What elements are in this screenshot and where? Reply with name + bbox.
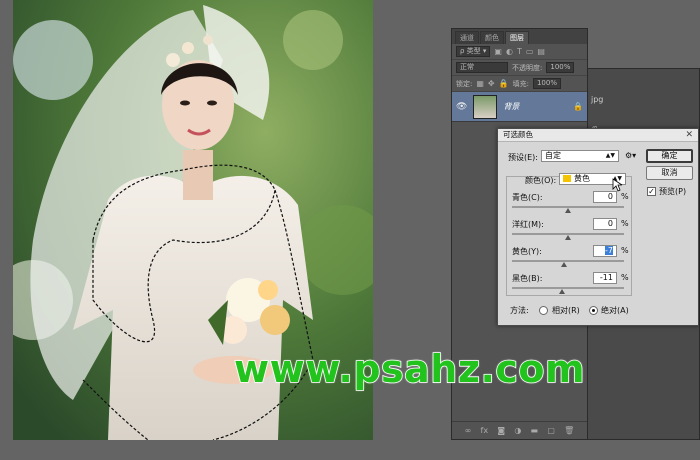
lock-all-icon[interactable]: 🔒 — [499, 79, 509, 88]
mouse-cursor-icon — [612, 178, 622, 192]
slider-thumb[interactable] — [565, 208, 571, 213]
layer-thumbnail — [473, 94, 498, 119]
layer-row-background[interactable]: 👁 背景 🔒 — [452, 92, 587, 122]
method-label: 方法: — [510, 306, 529, 315]
layer-name: 背景 — [503, 102, 520, 111]
slider-value: -11 — [599, 273, 613, 282]
adjustment-icon[interactable]: ◑ — [514, 426, 521, 435]
color-value: 黄色 — [574, 174, 590, 183]
mask-icon[interactable]: ◙ — [497, 426, 505, 435]
filter-smart-icon[interactable]: ▤ — [537, 47, 545, 56]
lock-row: 锁定: ▦ ✥ 🔒 填充: 100% — [452, 76, 587, 92]
lock-label: 锁定: — [456, 79, 473, 88]
group-icon[interactable]: ▬ — [531, 426, 539, 435]
dialog-title: 可选颜色 — [498, 129, 698, 142]
lock-move-icon[interactable]: ✥ — [488, 79, 495, 88]
slider-track[interactable] — [512, 287, 624, 289]
opacity-label: 不透明度: — [512, 63, 543, 72]
slider-track[interactable] — [512, 260, 624, 262]
slider-thumb[interactable] — [565, 235, 571, 240]
filter-shape-icon[interactable]: ▭ — [526, 47, 534, 56]
layers-panel-tabs: 通道 颜色 图层 — [452, 29, 587, 44]
slider-label: 黑色(B): — [512, 274, 543, 283]
watermark-text: www.psahz.com — [233, 346, 586, 392]
slider-value-input[interactable]: 0 — [593, 191, 617, 203]
ok-button[interactable]: 确定 — [646, 149, 693, 163]
slider-value: 0 — [607, 192, 613, 201]
layer-filter-row: ρ 类型 ▾ ▣ ◐ T ▭ ▤ — [452, 44, 587, 60]
link-icon[interactable]: ∞ — [465, 426, 472, 435]
new-layer-icon[interactable]: ▢ — [547, 426, 555, 435]
layers-footer: ∞ fx ◙ ◑ ▬ ▢ 🗑 — [452, 421, 587, 439]
slider-unit: % — [621, 273, 629, 282]
method-absolute-radio[interactable] — [589, 306, 598, 315]
slider-value-input[interactable]: 0 — [593, 218, 617, 230]
blend-row: 正常 不透明度: 100% — [452, 60, 587, 76]
filter-kind-value: 类型 — [466, 47, 481, 55]
method-relative-label: 相对(R) — [552, 306, 580, 315]
lock-pixels-icon[interactable]: ▦ — [476, 79, 484, 88]
slider-label: 洋红(M): — [512, 220, 544, 229]
filter-kind-select[interactable]: ρ 类型 ▾ — [456, 46, 491, 57]
method-relative-radio[interactable] — [539, 306, 548, 315]
fx-icon[interactable]: fx — [481, 426, 489, 435]
slider-thumb[interactable] — [558, 289, 565, 294]
tab-channels[interactable]: 通道 — [455, 31, 479, 44]
opacity-input[interactable]: 100% — [546, 62, 575, 73]
preset-value: 自定 — [545, 151, 561, 160]
color-swatch — [563, 175, 571, 182]
preset-label: 预设(E): — [508, 153, 538, 162]
preview-checkbox[interactable]: ✓ — [647, 187, 656, 196]
filter-adjust-icon[interactable]: ◐ — [506, 47, 513, 56]
slider-value-input[interactable]: -7 — [593, 245, 617, 257]
preview-label: 预览(P) — [659, 187, 687, 196]
fill-label: 填充: — [512, 79, 529, 88]
fill-input[interactable]: 100% — [532, 78, 561, 89]
slider-unit: % — [621, 192, 629, 201]
method-absolute-label: 绝对(A) — [601, 306, 629, 315]
slider-value-input[interactable]: -11 — [593, 272, 617, 284]
slider-value: -7 — [605, 246, 613, 255]
cancel-button[interactable]: 取消 — [646, 166, 693, 180]
slider-unit: % — [621, 246, 629, 255]
tab-color[interactable]: 颜色 — [480, 31, 504, 44]
color-label: 颜色(O): — [525, 176, 557, 185]
slider-value: 0 — [607, 219, 613, 228]
preset-select[interactable]: 自定 ▲▼ — [541, 150, 619, 162]
preset-options-gear-icon[interactable]: ⚙▾ — [625, 151, 636, 160]
visibility-eye-icon[interactable]: 👁 — [456, 102, 467, 112]
close-icon[interactable]: ✕ — [685, 130, 693, 140]
background-panel-text: jpg — [591, 95, 604, 104]
layer-lock-icon: 🔒 — [573, 102, 583, 111]
blend-mode-select[interactable]: 正常 — [456, 62, 508, 73]
trash-icon[interactable]: 🗑 — [564, 426, 574, 435]
chevron-down-icon: ▲▼ — [605, 152, 615, 159]
slider-thumb[interactable] — [561, 262, 568, 267]
slider-unit: % — [621, 219, 629, 228]
filter-pixel-icon[interactable]: ▣ — [494, 47, 502, 56]
slider-label: 黄色(Y): — [512, 247, 542, 256]
filter-type-icon[interactable]: T — [517, 47, 522, 56]
selective-color-dialog: 可选颜色 ✕ 预设(E): 自定 ▲▼ ⚙▾ 确定 取消 ✓ 预览(P) 颜色(O… — [497, 128, 699, 326]
slider-label: 青色(C): — [512, 193, 543, 202]
tab-layers[interactable]: 图层 — [505, 31, 529, 44]
